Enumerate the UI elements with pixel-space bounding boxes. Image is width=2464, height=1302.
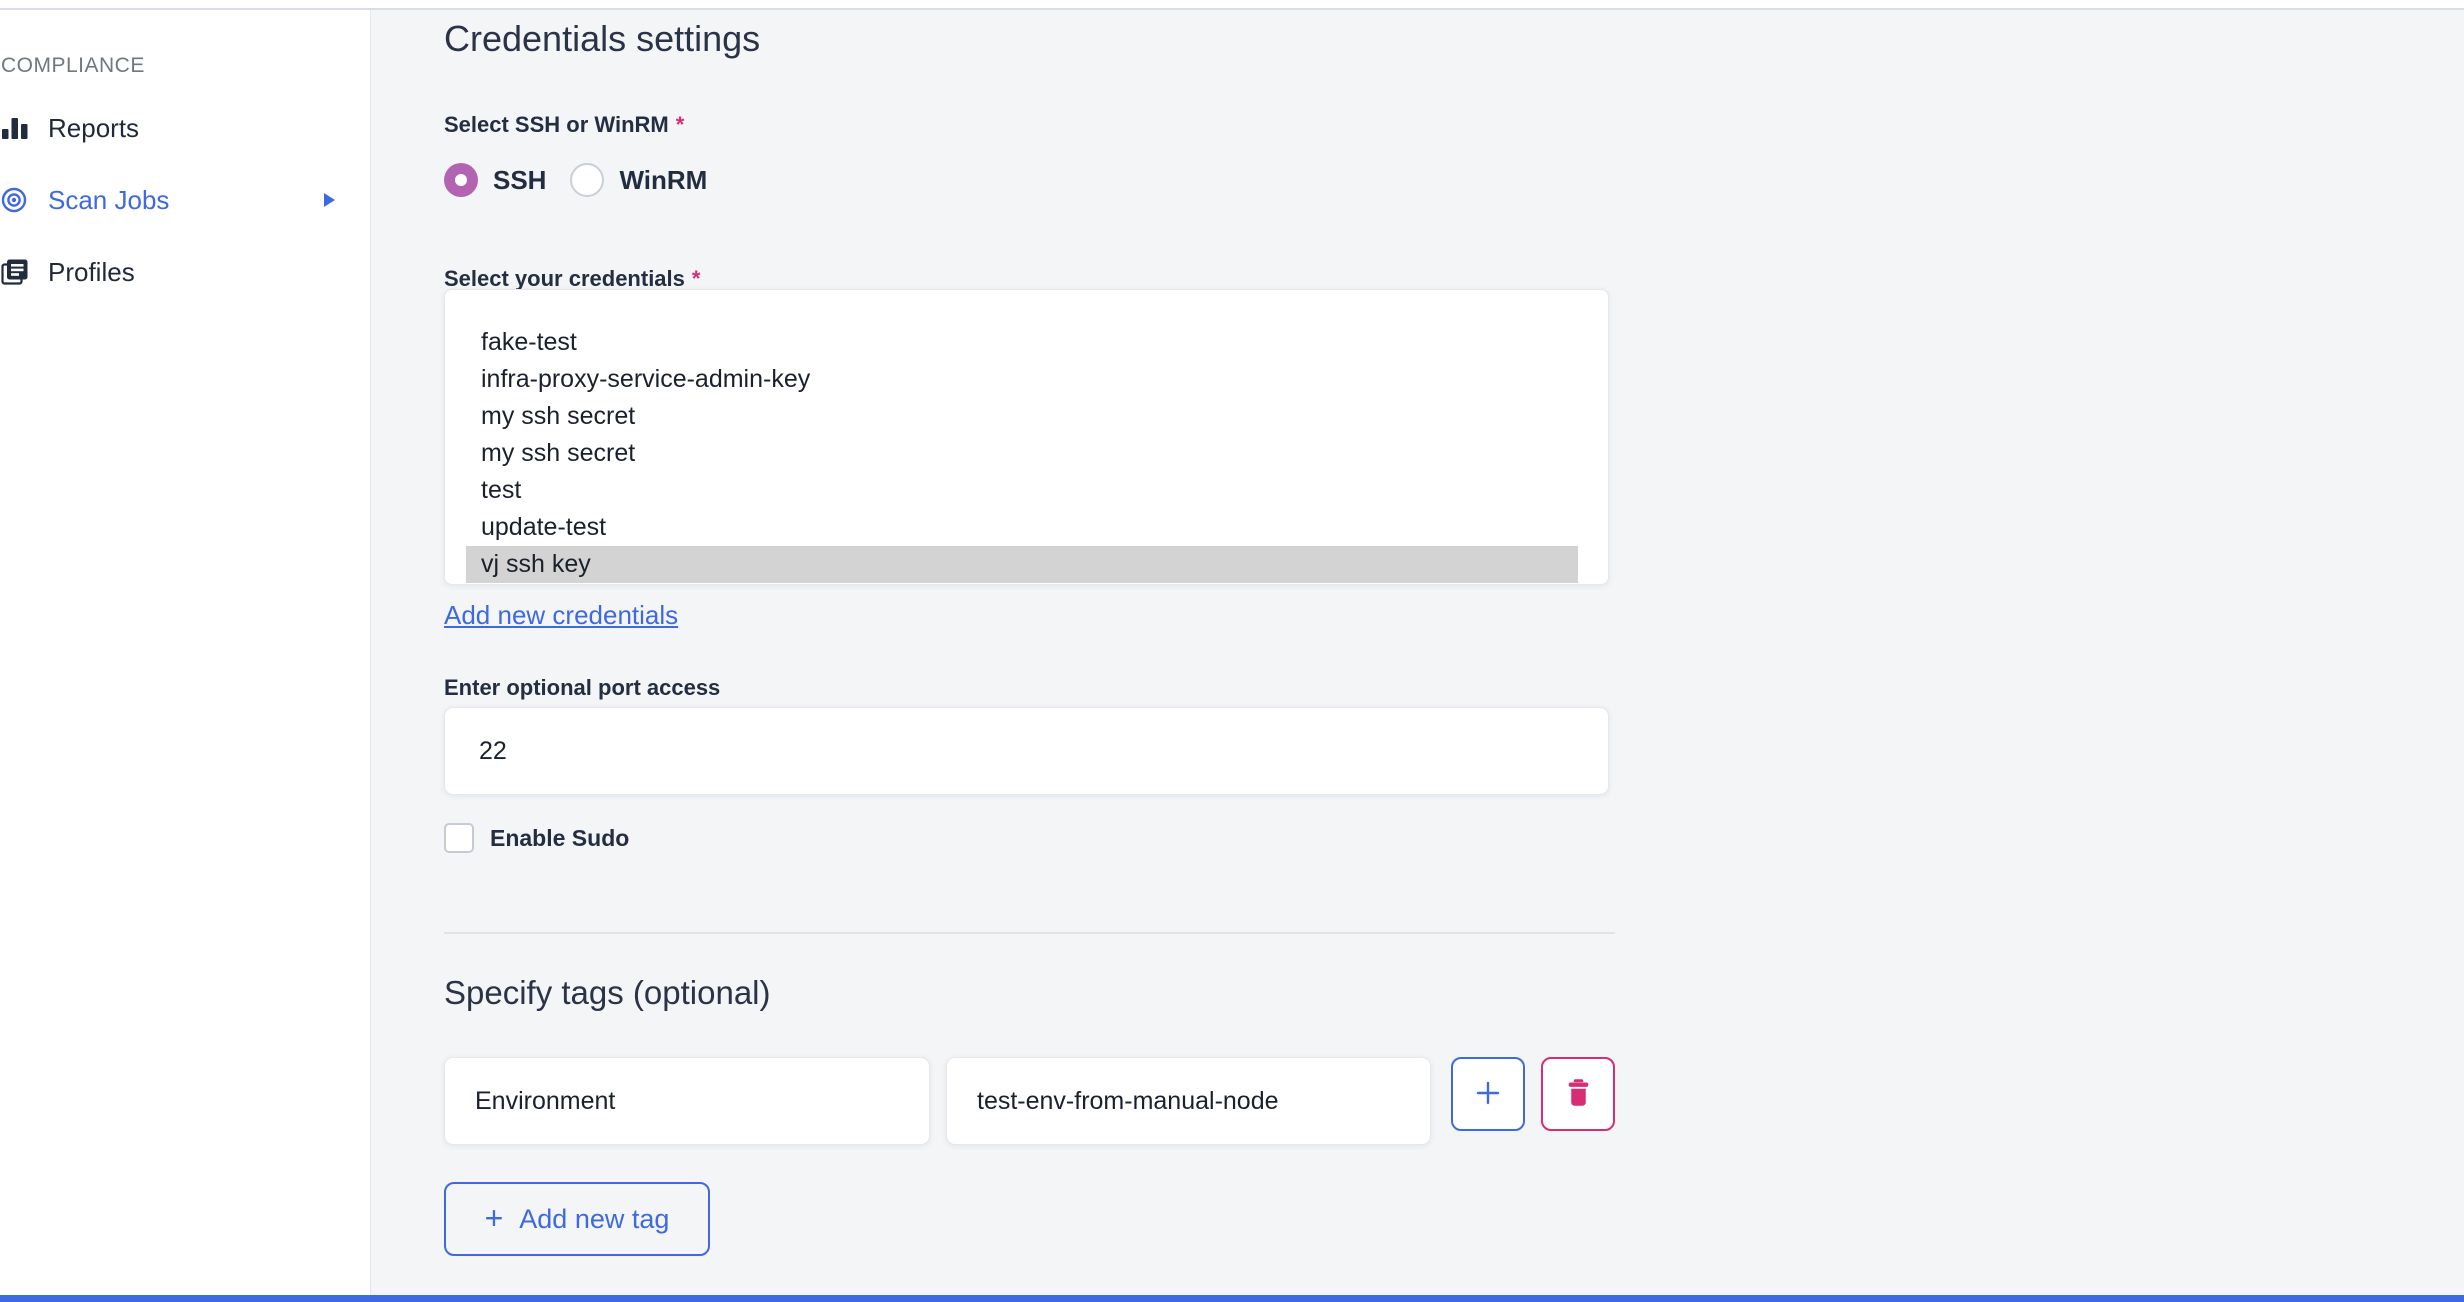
add-new-tag-button[interactable]: + Add new tag [444,1182,710,1256]
main-content: Credentials settings Select SSH or WinRM… [371,10,2464,1295]
credential-option[interactable]: infra-proxy-service-admin-key [466,361,1578,398]
sidebar-item-label: Profiles [48,256,135,287]
tag-value-input[interactable] [946,1057,1431,1145]
credential-option[interactable]: my ssh secret [466,435,1578,472]
sidebar: COMPLIANCE Reports Scan Jobs Profiles [0,10,371,1295]
enable-sudo-row[interactable]: Enable Sudo [444,823,629,853]
enable-sudo-label: Enable Sudo [490,824,630,851]
protocol-radio-group: SSH WinRM [444,163,707,197]
trash-icon [1566,1078,1591,1110]
credential-option[interactable]: update-test [466,509,1578,546]
ssh-radio-label: SSH [493,164,547,195]
plus-icon [1474,1079,1502,1110]
required-asterisk: * [691,266,701,291]
radio-option-winrm[interactable]: WinRM [570,163,707,197]
section-divider [444,932,1615,934]
plus-icon: + [484,1199,504,1236]
ssh-radio-button[interactable] [444,163,478,197]
page-title: Credentials settings [444,18,761,59]
credential-option-selected[interactable]: vj ssh key [466,546,1578,583]
tag-key-input[interactable] [444,1057,930,1145]
tags-section-title: Specify tags (optional) [444,974,771,1011]
protocol-field-label: Select SSH or WinRM * [444,112,685,137]
sidebar-category-compliance: COMPLIANCE [1,54,145,77]
credential-option[interactable]: my ssh secret [466,398,1578,435]
required-asterisk: * [675,112,685,137]
delete-tag-row-button[interactable] [1541,1057,1615,1131]
add-tag-row-button[interactable] [1451,1057,1525,1131]
header-bottom-edge [0,0,2464,10]
enable-sudo-checkbox[interactable] [444,823,474,853]
add-new-credentials-link[interactable]: Add new credentials [444,600,678,631]
sidebar-item-label: Reports [48,112,140,143]
winrm-radio-button[interactable] [570,163,605,197]
port-field-label: Enter optional port access [444,675,721,700]
documents-icon [1,258,29,286]
winrm-radio-label: WinRM [619,164,708,195]
add-new-tag-label: Add new tag [519,1203,670,1234]
bottom-accent-bar [0,1295,2464,1302]
sidebar-item-profiles[interactable]: Profiles [0,250,370,294]
sidebar-item-label: Scan Jobs [48,184,170,215]
credentials-listbox[interactable]: fake-test infra-proxy-service-admin-key … [444,289,1609,585]
scan-job-credentials-page: COMPLIANCE Reports Scan Jobs Profiles Cr… [0,0,2464,1302]
credential-option[interactable]: fake-test [466,324,1578,361]
sidebar-item-scan-jobs[interactable]: Scan Jobs [0,178,370,222]
credential-option[interactable]: test [466,472,1578,509]
port-input[interactable] [444,707,1609,795]
tag-row [444,1057,1615,1145]
bar-chart-icon [1,114,29,142]
submenu-arrow-icon [322,192,336,208]
sidebar-item-reports[interactable]: Reports [0,106,370,150]
radar-icon [1,186,29,214]
radio-option-ssh[interactable]: SSH [444,163,546,197]
